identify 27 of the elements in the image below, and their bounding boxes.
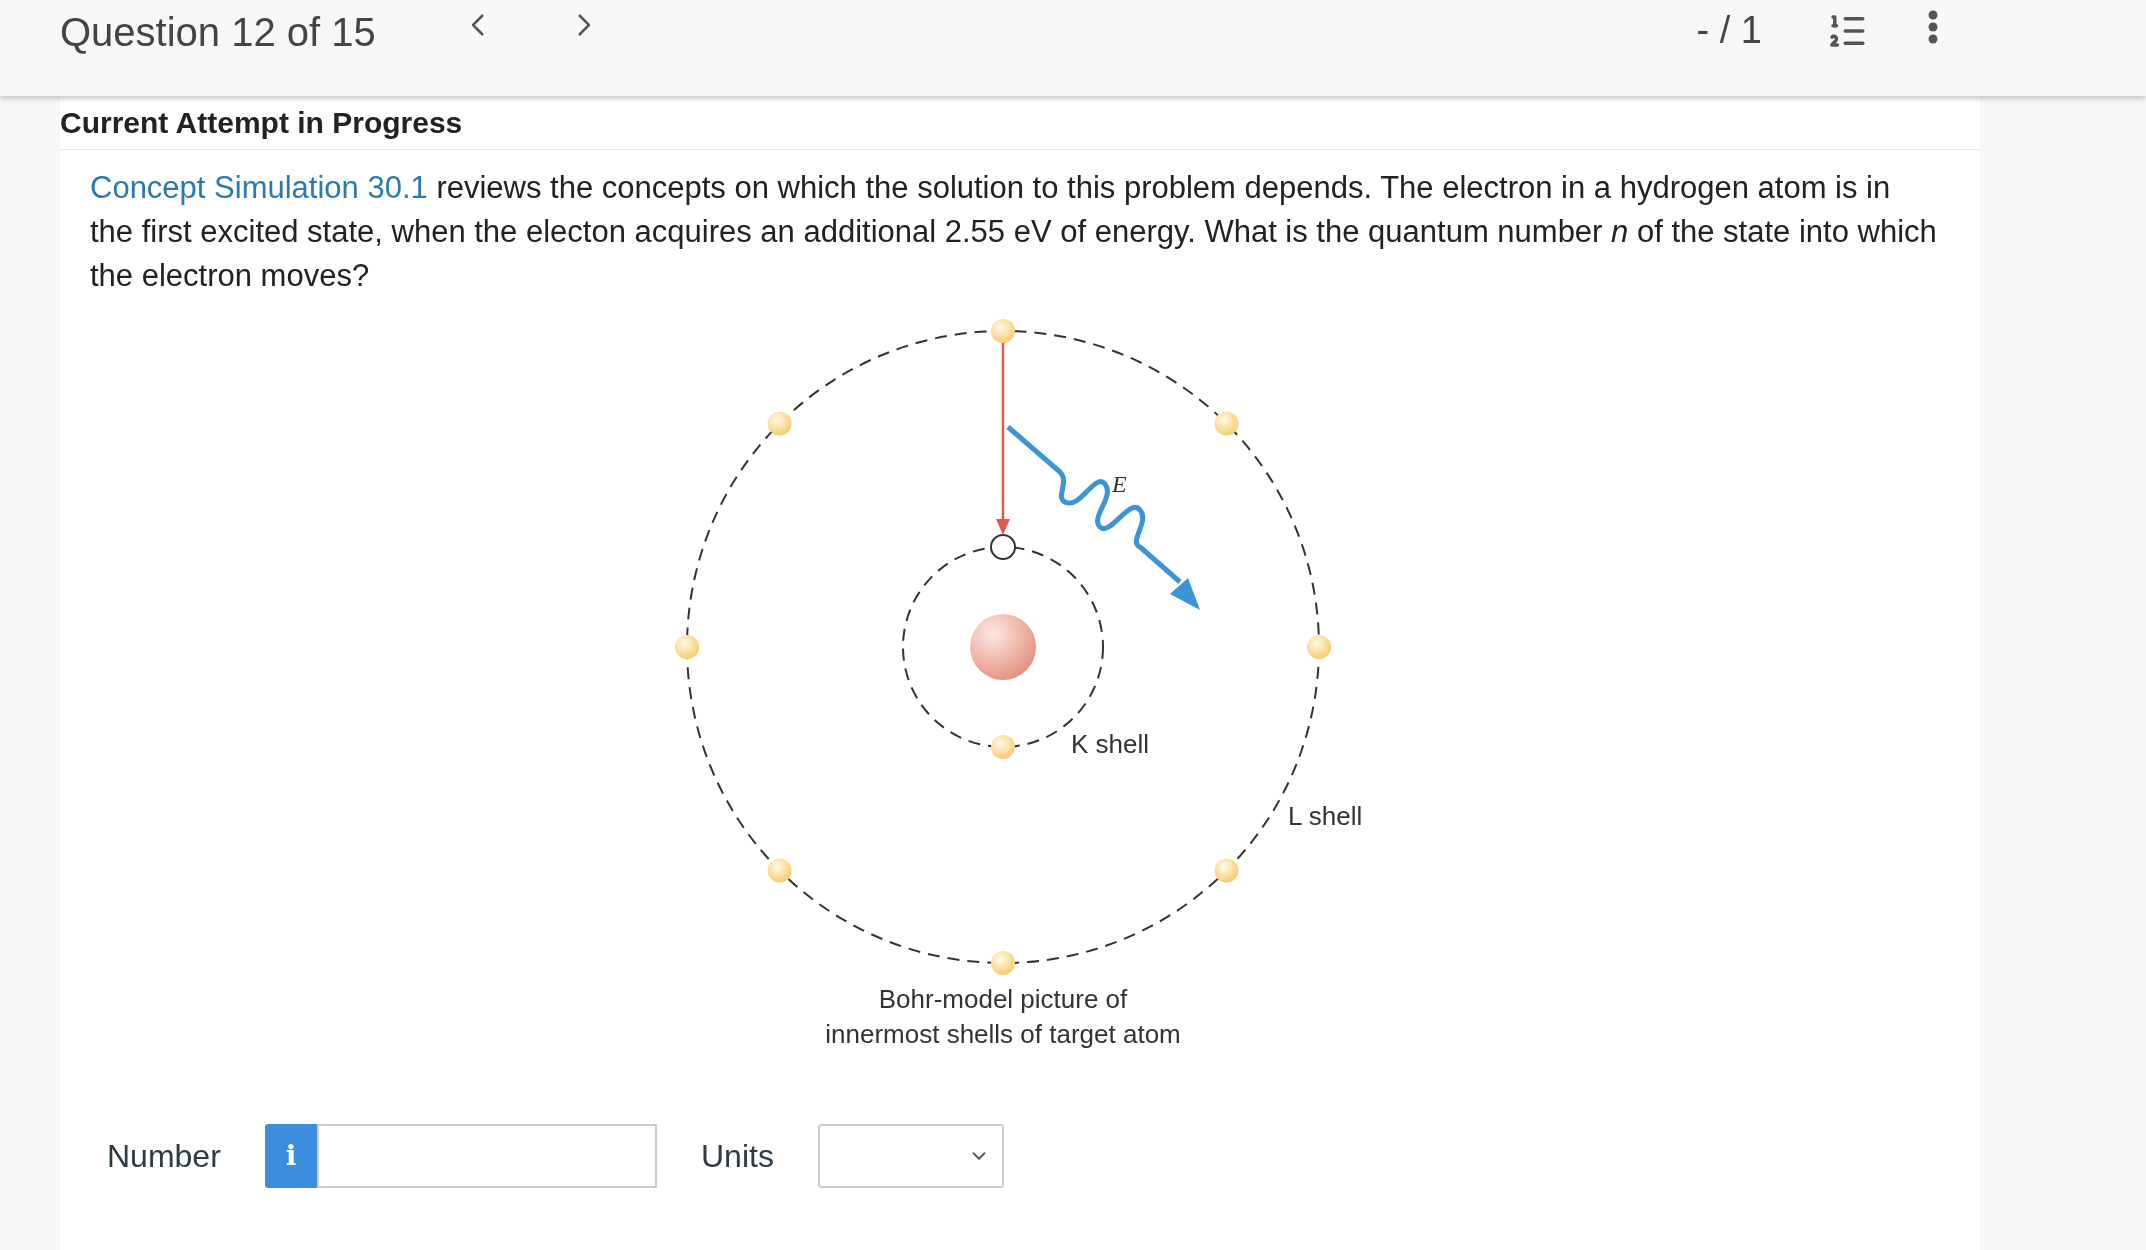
nucleus [970,614,1036,680]
units-label: Units [701,1137,775,1176]
number-label: Number [107,1137,222,1176]
vacancy-circle [990,534,1016,560]
electron [991,735,1015,759]
question-text: Concept Simulation 30.1 reviews the concepts on which the solution to this problem depends. The electron in a hydrogen atom is in the first excited state, when the electon acquires an additional 2.55 eV of energy. What is the quantum number n of the state into which the electron moves? [90,169,1938,295]
electron [991,951,1015,975]
section-heading: Current Attempt in Progress [60,106,463,139]
shell-label: K shell [1071,729,1150,759]
electron [767,858,792,883]
concept-link[interactable]: Concept Simulation 30.1 [90,170,428,205]
electron [1214,858,1239,883]
electron [991,319,1015,343]
electron [767,411,792,436]
score-text: - / 1 [1696,8,1762,53]
electron [675,635,699,659]
chevron-right-icon [577,14,590,36]
electron [1214,411,1239,436]
energy-label: E [1112,471,1127,497]
figure-caption: Bohr-model picture of innermost shells of target atom [825,984,1181,1049]
number-input-field[interactable] [317,1124,657,1188]
question-counter: Question 12 of 15 [60,9,376,56]
info-button[interactable]: i [265,1124,317,1188]
more-vertical-icon [1928,10,1938,44]
chevron-left-icon [471,14,484,36]
shell-label: L shell [1288,801,1363,831]
electron [1307,635,1331,659]
